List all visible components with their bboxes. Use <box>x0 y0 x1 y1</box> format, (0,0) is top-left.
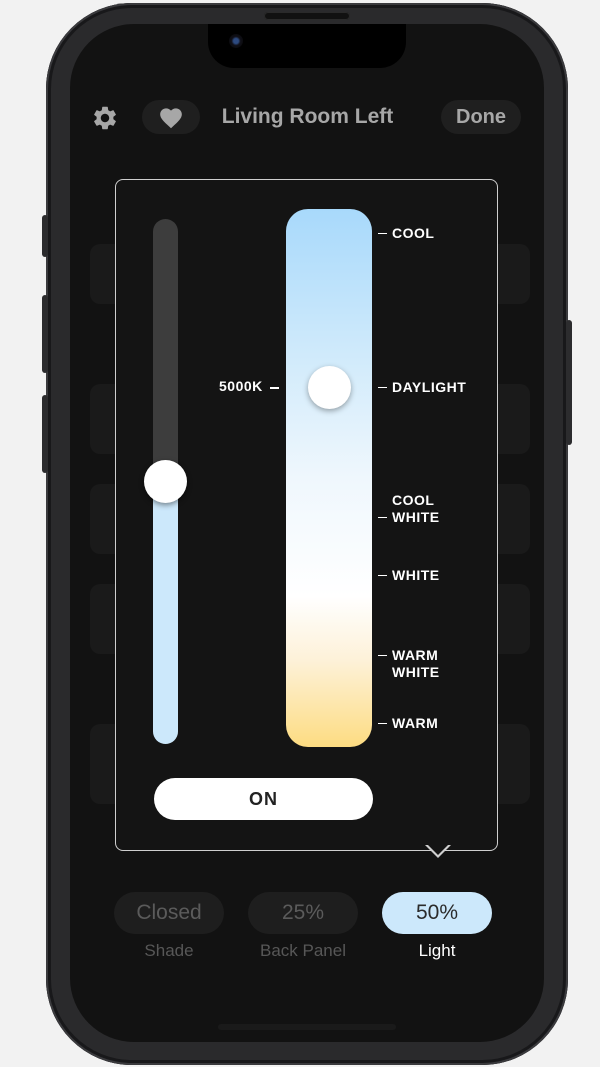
temp-label-warm: WARM <box>378 715 438 732</box>
popover-arrow-inner <box>427 844 449 855</box>
power-button <box>566 320 572 445</box>
light-caption: Light <box>418 941 456 960</box>
back-panel-control-button[interactable]: 25% <box>248 892 358 934</box>
temp-label-daylight: DAYLIGHT <box>378 379 466 396</box>
shade-control-button[interactable]: Closed <box>114 892 224 934</box>
color-temperature-value-tick <box>270 387 279 389</box>
done-button[interactable]: Done <box>441 100 521 134</box>
temp-label-white: WHITE <box>378 567 440 584</box>
mute-switch <box>42 215 48 257</box>
temp-label-cool-white: COOL WHITE <box>378 492 440 526</box>
page-title: Living Room Left <box>221 105 394 128</box>
back-panel-caption: Back Panel <box>260 941 346 960</box>
brightness-slider-fill <box>153 481 178 744</box>
heart-icon <box>160 108 182 129</box>
home-indicator <box>218 1024 396 1030</box>
on-toggle-button[interactable]: ON <box>154 778 373 820</box>
temp-label-cool: COOL <box>378 225 434 242</box>
color-temperature-slider-thumb[interactable] <box>308 366 351 409</box>
light-control-button[interactable]: 50% <box>382 892 492 934</box>
volume-up-button <box>42 295 48 373</box>
front-camera <box>229 34 243 48</box>
brightness-slider-thumb[interactable] <box>144 460 187 503</box>
volume-down-button <box>42 395 48 473</box>
color-temperature-value: 5000K <box>219 378 263 394</box>
color-temperature-slider-track[interactable] <box>286 209 372 747</box>
gear-icon[interactable] <box>91 104 119 132</box>
shade-caption: Shade <box>144 941 194 960</box>
temp-label-warm-white: WARM WHITE <box>378 647 440 681</box>
earpiece-speaker <box>264 12 350 20</box>
favorite-button[interactable] <box>142 100 200 134</box>
